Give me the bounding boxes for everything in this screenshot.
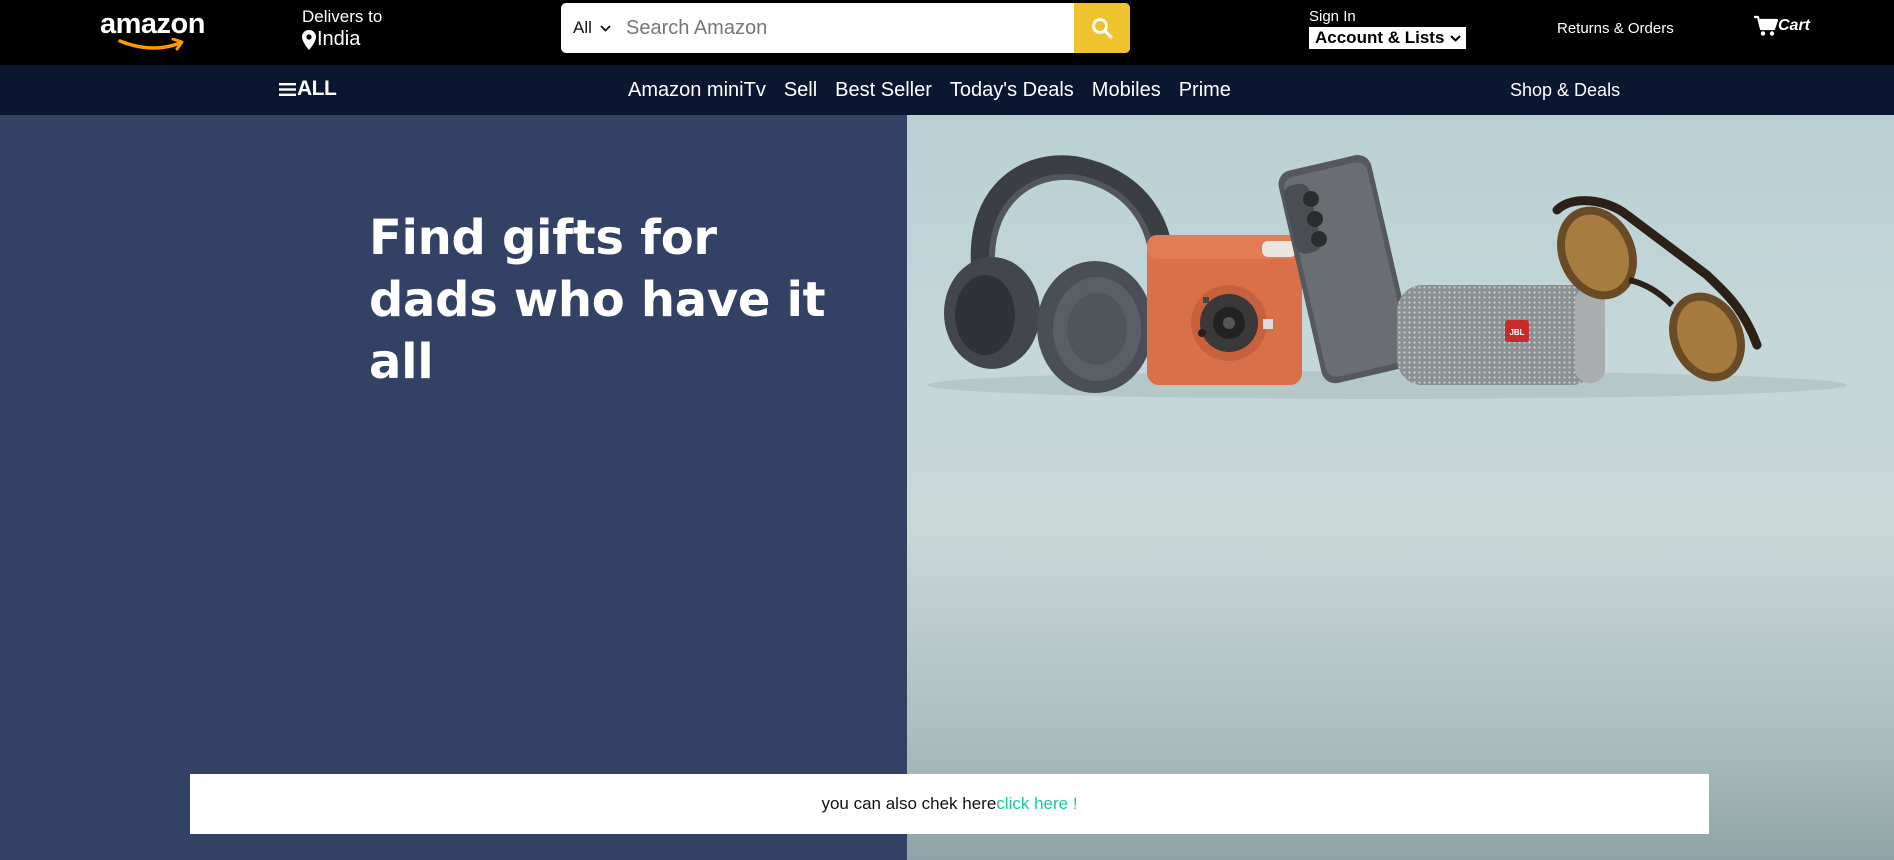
- cart-label: Cart: [1778, 17, 1811, 34]
- speaker-brand-label: JBL: [1509, 328, 1524, 337]
- nav-links: Amazon miniTv Sell Best Seller Today's D…: [628, 79, 1249, 102]
- products-illustration: JBL: [927, 155, 1847, 399]
- bluetooth-speaker-icon: JBL: [1397, 285, 1605, 385]
- search-button[interactable]: [1074, 3, 1130, 53]
- notice-link[interactable]: click here !: [996, 794, 1077, 814]
- secondary-navbar: ALL Amazon miniTv Sell Best Seller Today…: [0, 65, 1894, 115]
- nav-link-prime[interactable]: Prime: [1179, 79, 1231, 102]
- account-lists-label: Account & Lists: [1315, 28, 1445, 47]
- logo-wordmark: amazon: [100, 8, 205, 40]
- nav-link-mobiles[interactable]: Mobiles: [1092, 79, 1161, 102]
- signin-label: Sign In: [1309, 8, 1356, 25]
- hamburger-menu-icon: [279, 82, 296, 96]
- deliver-label: Delivers to: [302, 7, 383, 26]
- search-icon: [1092, 18, 1113, 39]
- top-navbar: amazon Delivers to India All Search Amaz…: [0, 0, 1894, 65]
- account-lists-select[interactable]: Account & Lists: [1309, 27, 1467, 49]
- search-input[interactable]: [623, 3, 1074, 53]
- search-category-select[interactable]: All: [561, 3, 623, 53]
- cart-icon: [1754, 15, 1778, 36]
- amazon-logo[interactable]: amazon: [100, 8, 205, 51]
- nav-link-sell[interactable]: Sell: [784, 79, 817, 102]
- notice-bar: you can also chek here click here !: [190, 774, 1709, 834]
- headphones-icon: [944, 155, 1174, 393]
- chevron-down-icon: [1450, 34, 1462, 42]
- nav-link-todays-deals[interactable]: Today's Deals: [950, 79, 1074, 102]
- deliver-to[interactable]: Delivers to India: [302, 7, 382, 51]
- all-menu-label: ALL: [297, 77, 337, 100]
- deliver-location: India: [302, 28, 382, 51]
- cart-button[interactable]: Cart: [1754, 15, 1810, 37]
- location-pin-icon: [302, 29, 316, 50]
- hero-title: Find gifts for dads who have it all: [369, 207, 889, 393]
- instant-camera-icon: [1147, 235, 1302, 385]
- nav-link-best-seller[interactable]: Best Seller: [835, 79, 932, 102]
- hero-title-line1: Find gifts for: [369, 210, 717, 266]
- search-bar: All: [561, 3, 1130, 53]
- all-menu-button[interactable]: ALL: [279, 77, 337, 101]
- search-category-label: All: [573, 18, 592, 37]
- hero-banner-image[interactable]: JBL: [907, 115, 1894, 860]
- shop-deals-link[interactable]: Shop & Deals: [1510, 80, 1620, 101]
- returns-orders-link[interactable]: Returns & Orders: [1557, 20, 1674, 37]
- nav-link-amazon-minitv[interactable]: Amazon miniTv: [628, 79, 766, 102]
- hero-banner-text-panel[interactable]: Find gifts for dads who have it all: [0, 115, 907, 860]
- smile-arrow-icon: [118, 38, 184, 51]
- hero-title-line2: dads who have it all: [369, 272, 826, 390]
- location-name: India: [317, 28, 361, 50]
- notice-text: you can also chek here: [821, 794, 997, 813]
- chevron-down-icon: [600, 24, 611, 32]
- account-menu[interactable]: Sign In Account & Lists: [1309, 8, 1467, 49]
